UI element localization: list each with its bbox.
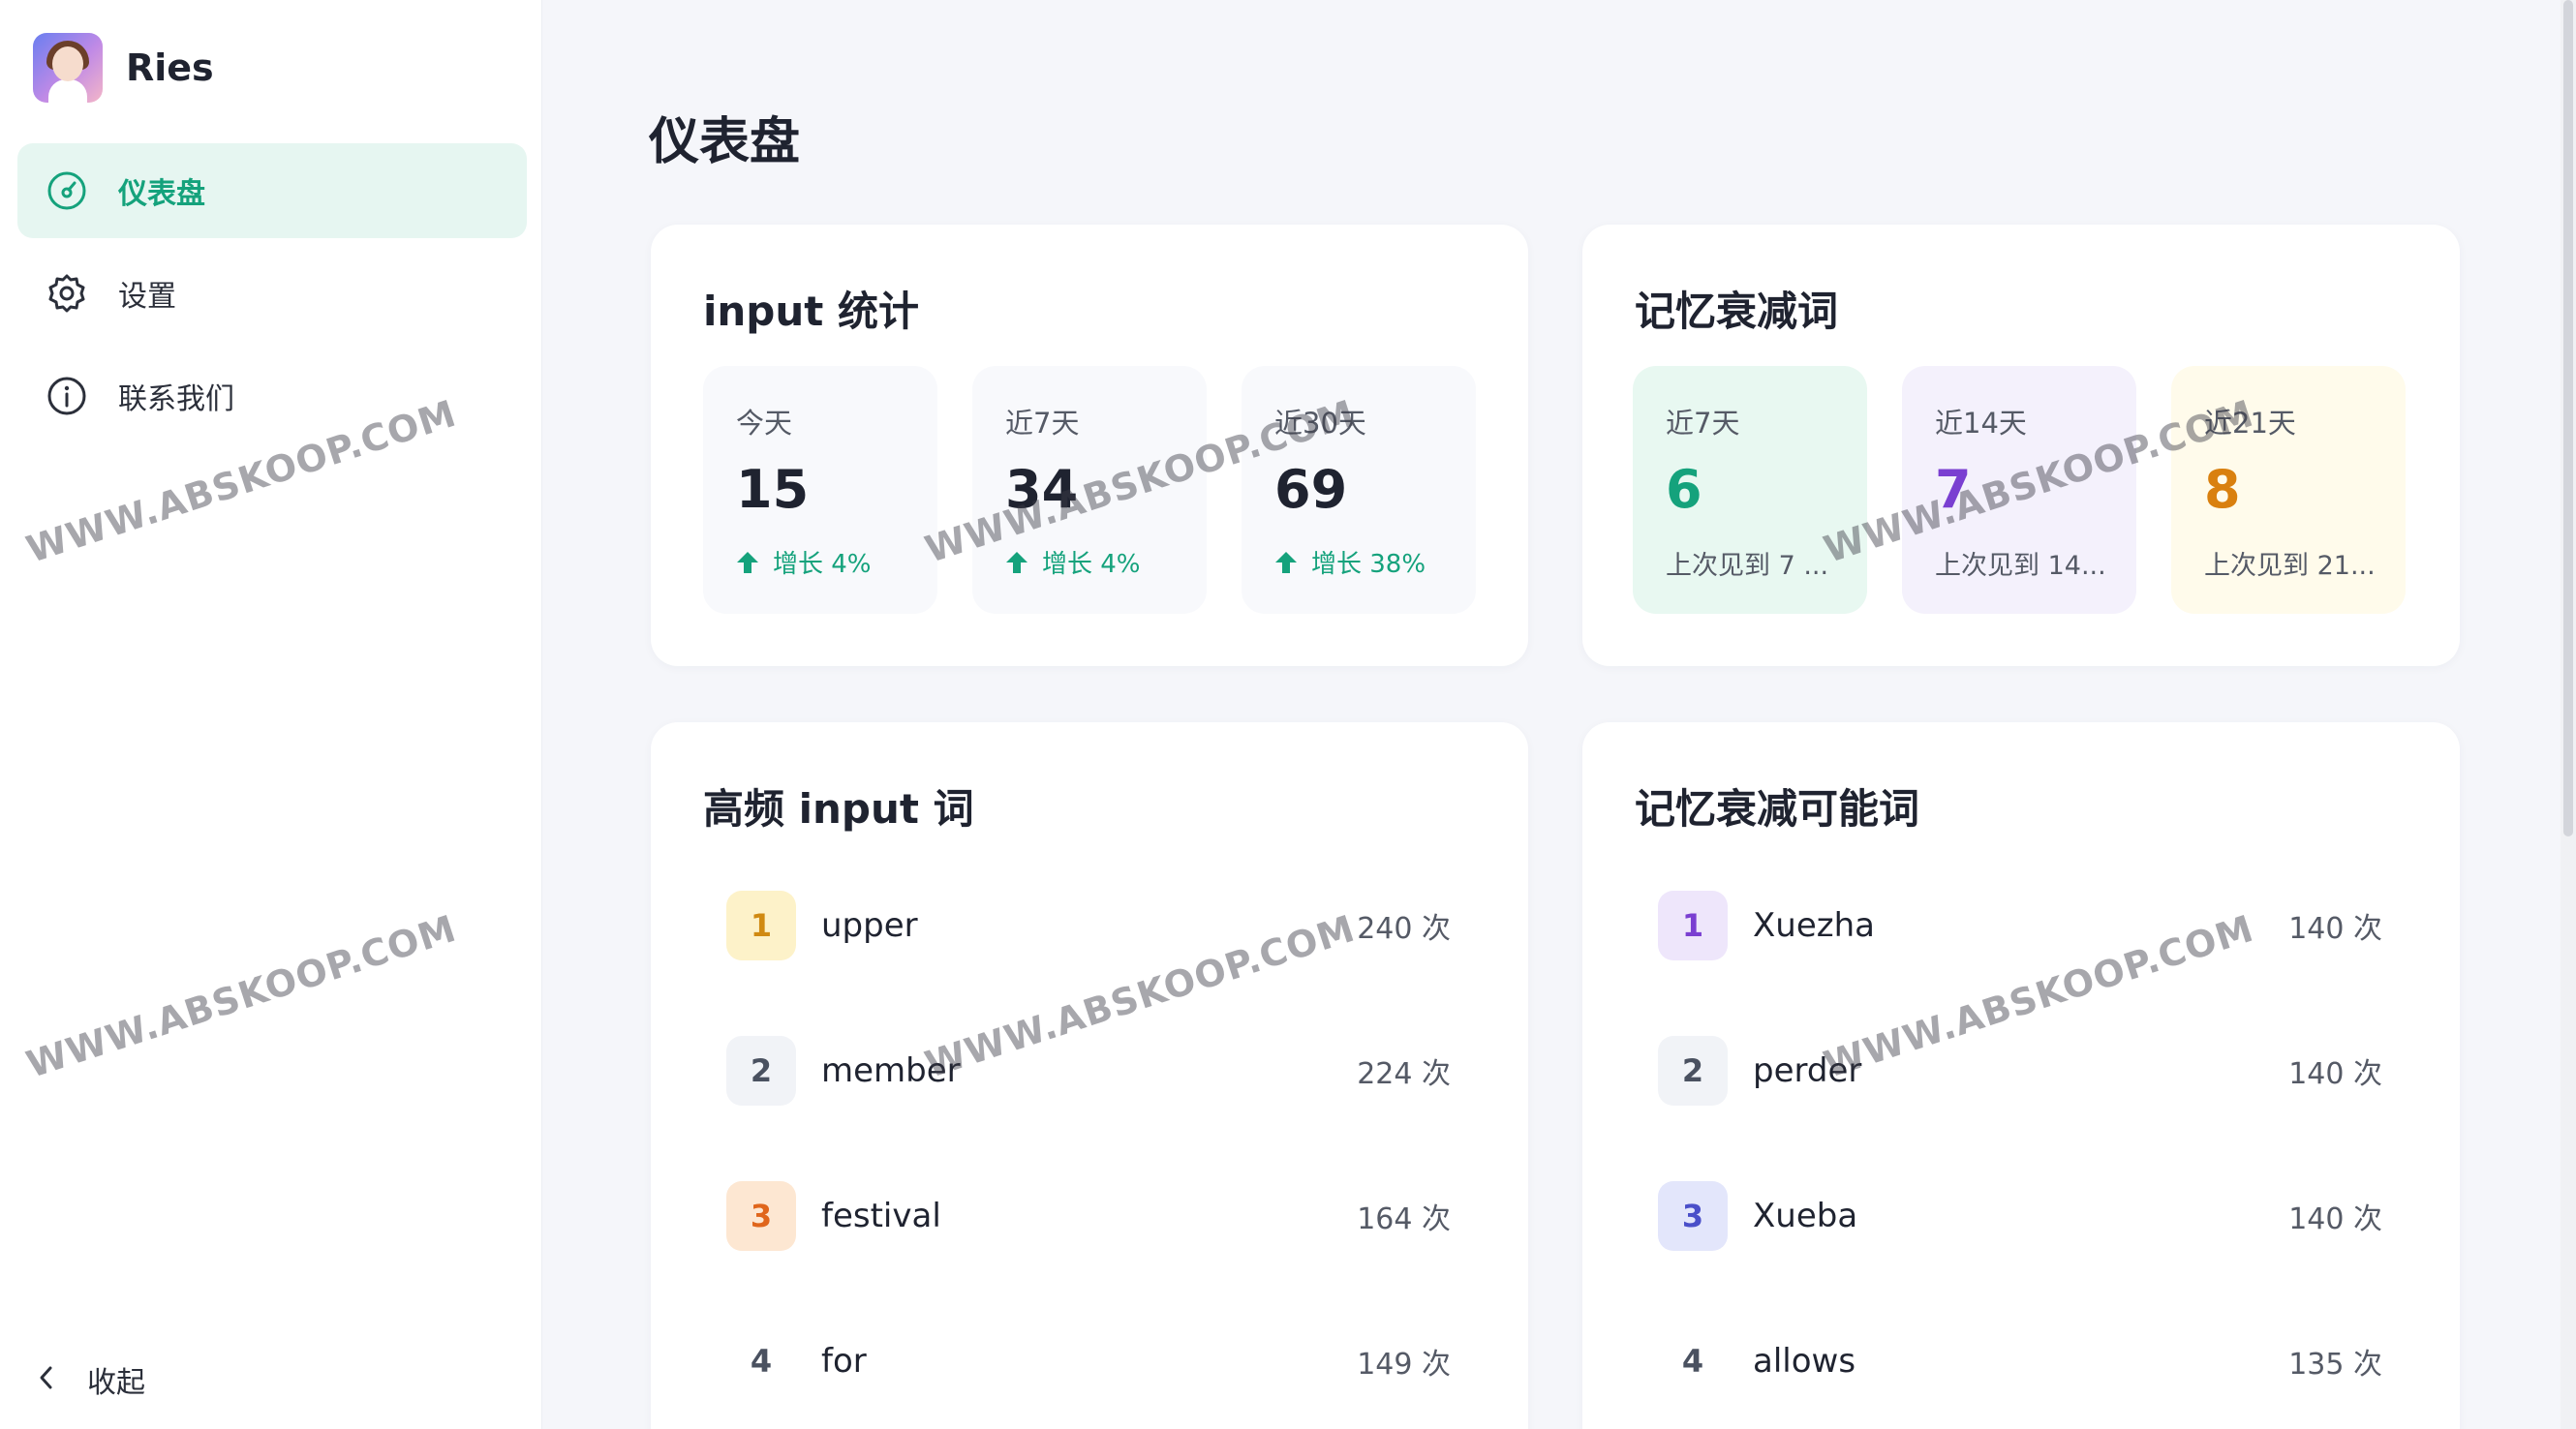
stat-7days: 近7天 34 增长 4% xyxy=(972,366,1207,614)
chevron-left-icon xyxy=(35,1363,58,1396)
collapse-sidebar-button[interactable]: 收起 xyxy=(35,1355,145,1404)
sidebar-item-dashboard[interactable]: 仪表盘 xyxy=(17,143,527,238)
sidebar-item-label: 设置 xyxy=(118,280,176,314)
trend-label: 增长 38% xyxy=(1311,550,1426,579)
count-label: 240 次 xyxy=(1357,912,1451,946)
sidebar: Ries 仪表盘 设置 联系我们 收起 xyxy=(0,0,542,1429)
stat-value: 69 xyxy=(1274,459,1348,520)
gear-icon xyxy=(45,271,89,316)
list-item[interactable]: 4 for 149 次 xyxy=(726,1326,1453,1396)
sidebar-item-contact[interactable]: 联系我们 xyxy=(17,349,527,443)
sidebar-item-settings[interactable]: 设置 xyxy=(17,246,527,341)
count-label: 140 次 xyxy=(2288,1202,2382,1236)
count-label: 164 次 xyxy=(1357,1202,1451,1236)
rank-badge: 1 xyxy=(726,891,796,960)
stat-value: 15 xyxy=(736,459,810,520)
stat-trend: 增长 4% xyxy=(1005,544,1141,580)
decay-7days[interactable]: 近7天 6 上次见到 7 ... xyxy=(1633,366,1867,614)
decay-words-card: 记忆衰减词 近7天 6 上次见到 7 ... 近14天 7 上次见到 14...… xyxy=(1582,225,2460,666)
card-title: input 统计 xyxy=(703,288,919,335)
list-item[interactable]: 3 festival 164 次 xyxy=(726,1181,1453,1251)
collapse-label: 收起 xyxy=(87,1366,145,1400)
word-label: festival xyxy=(821,1197,941,1235)
count-label: 135 次 xyxy=(2288,1348,2382,1382)
stat-label: 近21天 xyxy=(2204,407,2296,440)
rank-badge: 3 xyxy=(1658,1181,1728,1251)
list-item[interactable]: 2 perder 140 次 xyxy=(1658,1036,2384,1106)
dashboard-gauge-icon xyxy=(45,168,89,213)
stat-trend: 增长 4% xyxy=(736,544,872,580)
arrow-up-icon xyxy=(1275,551,1297,573)
stat-today: 今天 15 增长 4% xyxy=(703,366,937,614)
stat-label: 近30天 xyxy=(1274,407,1366,440)
card-title: 记忆衰减可能词 xyxy=(1635,785,1920,833)
stat-trend: 增长 38% xyxy=(1274,544,1426,580)
stat-value: 6 xyxy=(1666,459,1702,520)
list-item[interactable]: 1 Xuezha 140 次 xyxy=(1658,891,2384,960)
app-logo-avatar xyxy=(33,33,103,103)
trend-label: 增长 4% xyxy=(773,550,872,579)
rank-badge: 4 xyxy=(726,1326,796,1396)
list-item[interactable]: 4 allows 135 次 xyxy=(1658,1326,2384,1396)
stat-note: 上次见到 7 ... xyxy=(1666,551,1829,581)
list-item[interactable]: 2 member 224 次 xyxy=(726,1036,1453,1106)
word-label: Xueba xyxy=(1753,1197,1858,1235)
word-label: allows xyxy=(1753,1342,1856,1381)
sidebar-item-label: 仪表盘 xyxy=(118,177,205,211)
stat-label: 近14天 xyxy=(1935,407,2027,440)
info-circle-icon xyxy=(45,374,89,418)
stat-label: 近7天 xyxy=(1666,407,1740,440)
word-label: for xyxy=(821,1342,867,1381)
stat-30days: 近30天 69 增长 38% xyxy=(1242,366,1476,614)
stat-note: 上次见到 21... xyxy=(2204,551,2376,581)
top-words-card: 高频 input 词 1 upper 240 次 2 member 224 次 … xyxy=(651,722,1528,1429)
rank-badge: 4 xyxy=(1658,1326,1728,1396)
word-label: member xyxy=(821,1051,961,1090)
stat-note: 上次见到 14... xyxy=(1935,551,2106,581)
count-label: 149 次 xyxy=(1357,1348,1451,1382)
word-label: Xuezha xyxy=(1753,906,1875,945)
sidebar-item-label: 联系我们 xyxy=(118,382,234,416)
stat-value: 7 xyxy=(1935,459,1972,520)
rank-badge: 3 xyxy=(726,1181,796,1251)
word-label: perder xyxy=(1753,1051,1862,1090)
stat-value: 34 xyxy=(1005,459,1079,520)
app-name: Ries xyxy=(126,46,214,89)
decay-14days[interactable]: 近14天 7 上次见到 14... xyxy=(1902,366,2136,614)
stat-value: 8 xyxy=(2204,459,2241,520)
stat-label: 近7天 xyxy=(1005,407,1080,440)
input-stats-card: input 统计 今天 15 增长 4% 近7天 34 增长 4% 近30天 6… xyxy=(651,225,1528,666)
count-label: 140 次 xyxy=(2288,912,2382,946)
count-label: 140 次 xyxy=(2288,1057,2382,1091)
rank-badge: 1 xyxy=(1658,891,1728,960)
page-title: 仪表盘 xyxy=(649,113,801,171)
list-item[interactable]: 3 Xueba 140 次 xyxy=(1658,1181,2384,1251)
count-label: 224 次 xyxy=(1357,1057,1451,1091)
arrow-up-icon xyxy=(1006,551,1027,573)
arrow-up-icon xyxy=(737,551,758,573)
list-item[interactable]: 1 upper 240 次 xyxy=(726,891,1453,960)
rank-badge: 2 xyxy=(1658,1036,1728,1106)
word-label: upper xyxy=(821,906,918,945)
decay-21days[interactable]: 近21天 8 上次见到 21... xyxy=(2171,366,2406,614)
rank-badge: 2 xyxy=(726,1036,796,1106)
brand[interactable]: Ries xyxy=(33,33,214,103)
trend-label: 增长 4% xyxy=(1042,550,1141,579)
sidebar-nav: 仪表盘 设置 联系我们 xyxy=(17,143,527,451)
card-title: 高频 input 词 xyxy=(703,785,974,833)
scrollbar-thumb[interactable] xyxy=(2563,0,2573,836)
decay-candidates-card: 记忆衰减可能词 1 Xuezha 140 次 2 perder 140 次 3 … xyxy=(1582,722,2460,1429)
card-title: 记忆衰减词 xyxy=(1635,288,1839,335)
stat-label: 今天 xyxy=(736,407,793,440)
